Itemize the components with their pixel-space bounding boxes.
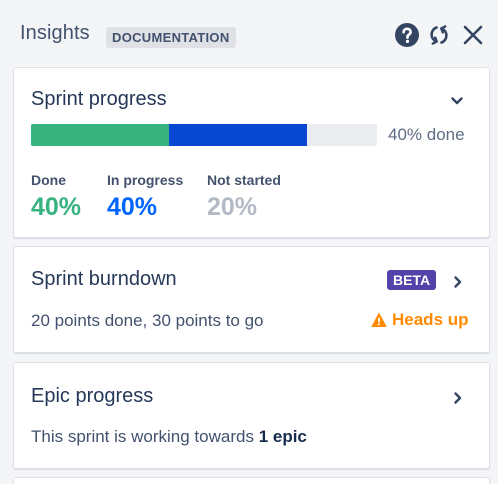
panel-title: Insights <box>20 22 90 44</box>
insights-header: Insights DOCUMENTATION <box>0 0 498 66</box>
documentation-link[interactable]: DOCUMENTATION <box>106 27 236 48</box>
progress-summary: 40% done <box>388 125 465 144</box>
epic-progress-title: Epic progress <box>31 385 154 407</box>
chevron-down-icon[interactable] <box>449 93 465 109</box>
sprint-progress-bar <box>31 124 377 146</box>
epic-count: 1 epic <box>258 427 307 446</box>
epic-summary-text: This sprint is working towards <box>31 427 259 446</box>
burndown-summary: 20 points done, 30 points to go <box>31 311 264 330</box>
progress-segment-in-progress <box>169 124 307 146</box>
sprint-progress-card: Sprint progress 40% done Done 40% In pro… <box>13 67 490 238</box>
stat-not-started: Not started 20% <box>207 172 281 222</box>
stat-in-progress: In progress 40% <box>107 172 183 222</box>
heads-up-label: Heads up <box>392 310 469 329</box>
next-insight-card[interactable] <box>13 477 490 484</box>
stat-label: Not started <box>207 172 281 188</box>
stat-value: 20% <box>207 193 258 221</box>
chevron-right-icon[interactable] <box>450 274 466 290</box>
stat-value: 40% <box>107 193 158 221</box>
stat-done: Done 40% <box>31 172 81 222</box>
epic-progress-card[interactable]: Epic progress This sprint is working tow… <box>13 362 490 469</box>
heads-up-warning[interactable]: Heads up <box>371 310 469 330</box>
refresh-icon[interactable] <box>426 22 452 48</box>
sprint-burndown-title: Sprint burndown <box>31 268 177 290</box>
chevron-right-icon[interactable] <box>450 390 466 406</box>
stat-value: 40% <box>31 193 82 221</box>
beta-badge: BETA <box>387 270 437 290</box>
close-icon[interactable] <box>460 22 486 48</box>
stat-label: Done <box>31 172 66 188</box>
sprint-progress-title: Sprint progress <box>31 88 167 110</box>
progress-segment-done <box>31 124 169 146</box>
warning-icon <box>371 313 387 327</box>
sprint-burndown-card[interactable]: Sprint burndown BETA 20 points done, 30 … <box>13 246 490 353</box>
epic-summary: This sprint is working towards 1 epic <box>31 427 307 447</box>
stat-label: In progress <box>107 172 184 188</box>
help-icon[interactable] <box>394 22 420 48</box>
